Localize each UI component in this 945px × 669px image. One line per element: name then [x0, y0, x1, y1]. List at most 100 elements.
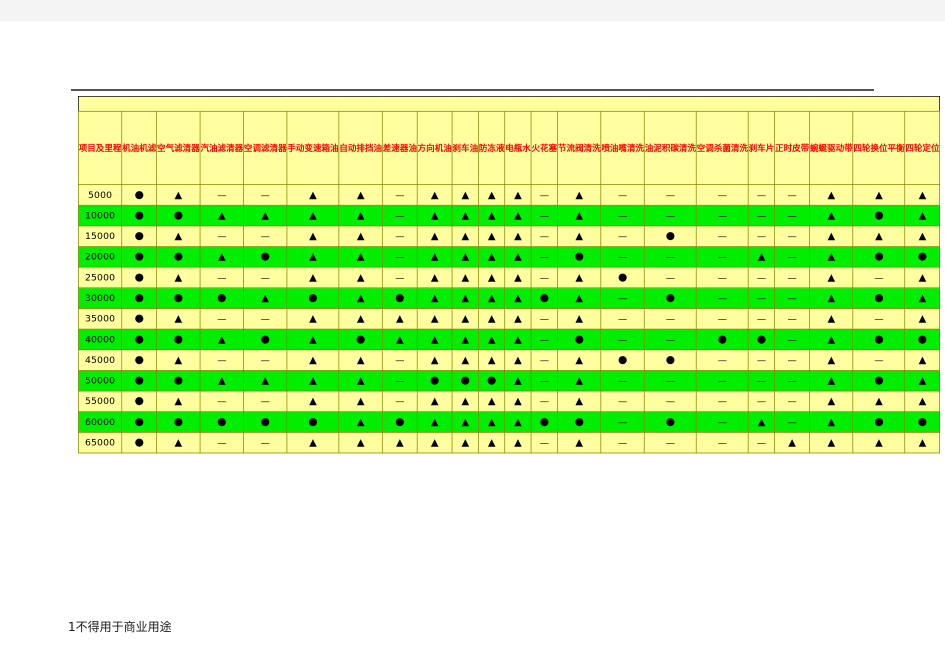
service-symbol: — [717, 272, 727, 283]
service-symbol: ▲ [430, 230, 439, 242]
cell-service-mark: ▲ [478, 266, 506, 289]
cell-service-mark: — [696, 287, 749, 309]
cell-service-mark: ▲ [809, 184, 854, 206]
cell-service-mark: ● [121, 184, 158, 206]
cell-service-mark: — [243, 266, 288, 289]
service-symbol: ▲ [309, 230, 317, 242]
service-symbol: — [618, 189, 628, 201]
cell-service-mark: — [748, 390, 776, 413]
cell-service-mark: — [748, 349, 776, 371]
cell-service-mark: — [774, 184, 810, 206]
service-symbol: ● [917, 249, 928, 263]
cell-service-mark: ▲ [904, 349, 941, 371]
service-symbol: ▲ [875, 230, 883, 242]
cell-service-mark: ▲ [451, 266, 479, 289]
service-symbol: ▲ [575, 312, 584, 325]
service-symbol: ▲ [918, 374, 927, 387]
service-symbol: — [539, 230, 549, 242]
service-symbol: ● [134, 332, 144, 346]
header-item-21: 四轮定位 [904, 110, 941, 185]
cell-service-mark: ▲ [904, 225, 941, 247]
cell-service-mark: ▲ [416, 349, 453, 371]
cell-service-mark: ▲ [338, 390, 383, 413]
service-symbol: ▲ [430, 312, 439, 325]
cell-service-mark: ▲ [809, 431, 854, 454]
cell-service-mark: ▲ [451, 390, 479, 413]
cell-service-mark: — [774, 204, 810, 227]
service-symbol: ▲ [309, 250, 317, 263]
cell-service-mark: ● [156, 328, 201, 351]
service-symbol: ▲ [514, 436, 522, 448]
service-symbol: ● [874, 291, 884, 304]
cell-service-mark: ▲ [504, 204, 532, 227]
cell-mileage: 40000 [77, 328, 123, 351]
cell-service-mark: ▲ [904, 431, 941, 454]
service-symbol: — [717, 189, 727, 201]
service-symbol: ● [665, 229, 676, 242]
cell-service-mark: — [243, 225, 288, 247]
service-symbol: ▲ [174, 230, 183, 242]
service-symbol: ● [539, 291, 550, 304]
cell-mileage: 55000 [77, 390, 123, 413]
cell-service-mark: ● [121, 266, 158, 289]
cell-service-mark: ▲ [156, 225, 201, 247]
cell-service-mark: ● [156, 411, 201, 433]
cell-service-mark: ▲ [478, 287, 506, 309]
service-symbol: ▲ [827, 415, 836, 428]
service-symbol: ● [717, 332, 728, 346]
service-symbol: ● [395, 291, 405, 304]
service-symbol: ▲ [461, 188, 470, 201]
cell-service-mark: ▲ [557, 204, 602, 227]
service-symbol: — [787, 210, 797, 221]
cell-service-mark: — [774, 370, 810, 392]
service-symbol: ▲ [430, 354, 439, 366]
cell-service-mark: — [696, 390, 749, 413]
service-symbol: ● [618, 352, 628, 366]
cell-service-mark: ● [156, 287, 201, 309]
cell-service-mark: — [748, 287, 776, 309]
service-symbol: ▲ [514, 230, 522, 242]
service-symbol: ▲ [174, 395, 183, 407]
cell-service-mark: — [748, 308, 776, 330]
service-symbol: — [260, 189, 270, 201]
service-symbol: — [665, 251, 676, 263]
cell-service-mark: ▲ [338, 349, 383, 371]
service-symbol: ● [874, 373, 884, 387]
cell-service-mark: — [774, 349, 810, 371]
service-symbol: ▲ [430, 333, 439, 345]
service-symbol: ▲ [514, 415, 522, 428]
service-symbol: ▲ [261, 209, 270, 221]
cell-service-mark: — [243, 184, 288, 206]
service-symbol: ▲ [875, 395, 883, 407]
service-symbol: — [260, 272, 270, 283]
cell-service-mark: ▲ [156, 184, 201, 206]
service-symbol: — [395, 354, 405, 366]
cell-service-mark: ● [557, 328, 602, 351]
cell-service-mark: ● [451, 370, 479, 392]
cell-service-mark: — [774, 308, 810, 330]
service-symbol: — [756, 354, 767, 366]
service-symbol: — [717, 416, 727, 428]
service-symbol: ▲ [356, 374, 365, 387]
cell-service-mark: ▲ [416, 266, 453, 289]
cell-service-mark: ● [600, 349, 645, 371]
service-symbol: — [717, 437, 727, 448]
cell-service-mark: ● [121, 225, 158, 247]
cell-service-mark: ● [121, 349, 158, 371]
cell-service-mark: ● [904, 328, 941, 351]
service-symbol: — [787, 272, 797, 283]
cell-service-mark: ▲ [904, 390, 941, 413]
cell-service-mark: ▲ [286, 349, 340, 371]
service-symbol: ● [665, 291, 676, 304]
table-top-band [78, 96, 940, 112]
service-symbol: — [395, 210, 405, 221]
cell-service-mark: ▲ [416, 390, 453, 413]
service-symbol: — [717, 354, 727, 366]
cell-service-mark: ▲ [243, 370, 288, 392]
cell-service-mark: ▲ [338, 308, 383, 330]
service-symbol: — [217, 354, 227, 366]
service-symbol: — [756, 272, 767, 283]
service-symbol: — [756, 375, 767, 387]
service-symbol: ▲ [430, 415, 439, 428]
service-symbol: — [618, 230, 628, 242]
